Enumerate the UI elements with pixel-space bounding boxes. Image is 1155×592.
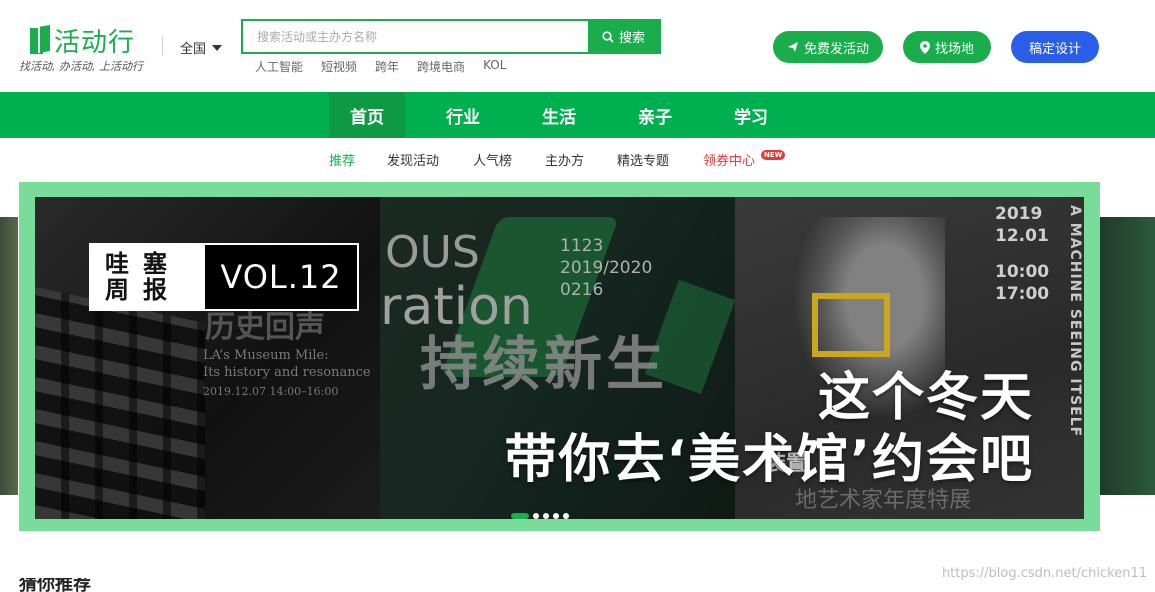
carousel-prev-slide[interactable] (0, 217, 18, 495)
subnav-organizers[interactable]: 主办方 (545, 150, 584, 169)
find-venue-button[interactable]: 找场地 (903, 31, 991, 63)
subnav-discover[interactable]: 发现活动 (387, 150, 439, 169)
carousel-dot[interactable] (533, 513, 539, 519)
panel2-text-ous: OUS (385, 227, 480, 278)
nav-industry[interactable]: 行业 (425, 92, 501, 138)
search-input[interactable] (243, 21, 588, 52)
nav-life[interactable]: 生活 (521, 92, 597, 138)
vol-badge-line2: 周报 (105, 277, 205, 303)
region-label: 全国 (180, 38, 206, 57)
banner-carousel[interactable]: 历史回声 LA’s Museum Mile: Its history and r… (35, 197, 1084, 519)
carousel-dot[interactable] (563, 513, 569, 519)
subnav-coupons[interactable]: 领券中心 (703, 150, 755, 169)
design-button[interactable]: 稿定设计 (1011, 31, 1099, 63)
nav-learning[interactable]: 学习 (713, 92, 789, 138)
yellow-frame (812, 293, 890, 357)
panel3-dates: 2019 12.01 10:00 17:00 (995, 203, 1049, 305)
logo[interactable]: 活动行 (30, 22, 135, 59)
location-pin-icon (920, 41, 930, 54)
publish-event-button[interactable]: 免费发活动 (773, 31, 883, 63)
search-button-label: 搜索 (619, 27, 645, 46)
panel3-date-line: 12.01 (995, 225, 1049, 247)
carousel-dot[interactable] (543, 513, 549, 519)
hot-keyword[interactable]: 跨境电商 (417, 58, 465, 75)
find-venue-label: 找场地 (935, 38, 974, 57)
nav-home[interactable]: 首页 (329, 92, 405, 138)
hot-keyword[interactable]: 短视频 (321, 58, 357, 75)
panel1-date: 2019.12.07 14:00–16:00 (203, 385, 338, 398)
search-bar: 搜索 (241, 19, 661, 54)
panel3-vertical-title: A MACHINE SEEING ITSELF (1063, 205, 1083, 437)
panel2-dates: 1123 2019/2020 0216 (560, 235, 652, 301)
hot-keyword[interactable]: 人工智能 (255, 58, 303, 75)
panel2-date-line: 0216 (560, 279, 652, 301)
main-nav: 首页 行业 生活 亲子 学习 (0, 92, 1155, 138)
panel1-subtitle-line2: Its history and resonance (203, 364, 371, 381)
hot-keyword[interactable]: 跨年 (375, 58, 399, 75)
panel2-title: 持续新生 (420, 317, 668, 401)
logo-text: 活动行 (54, 22, 135, 59)
vol-badge: 哇塞 周报 VOL.12 (89, 243, 359, 311)
search-icon (602, 31, 614, 43)
logo-icon (30, 26, 50, 56)
section-title: 猜你推荐 (19, 578, 129, 592)
watermark: https://blog.csdn.net/chicken11 (942, 566, 1147, 581)
design-label: 稿定设计 (1029, 38, 1081, 57)
vol-number: VOL.12 (205, 245, 357, 309)
divider (162, 37, 163, 55)
region-selector[interactable]: 全国 (180, 38, 222, 57)
slogan: 找活动, 办活动, 上活动行 (19, 58, 143, 74)
sub-nav: 推荐 发现活动 人气榜 主办方 精选专题 领券中心 NEW (0, 150, 1155, 170)
publish-event-label: 免费发活动 (804, 38, 869, 57)
hot-keyword[interactable]: KOL (483, 58, 506, 75)
caret-down-icon (212, 45, 222, 51)
subnav-featured[interactable]: 精选专题 (617, 150, 669, 169)
panel2-date-line: 1123 (560, 235, 652, 257)
header: 活动行 找活动, 办活动, 上活动行 全国 搜索 人工智能 短视频 跨年 跨境电… (0, 0, 1155, 92)
building-graphic-overlay (35, 287, 205, 519)
banner-headline-2: 带你去‘美术馆’约会吧 (504, 417, 1034, 492)
panel2-date-line: 2019/2020 (560, 257, 652, 279)
carousel-dot[interactable] (511, 513, 529, 519)
panel3-date-line: 17:00 (995, 283, 1049, 305)
carousel-dot[interactable] (553, 513, 559, 519)
carousel-dots (511, 513, 569, 519)
hot-keywords: 人工智能 短视频 跨年 跨境电商 KOL (255, 58, 506, 75)
search-button[interactable]: 搜索 (588, 21, 659, 52)
vol-badge-line1: 哇塞 (105, 251, 205, 277)
vol-badge-left: 哇塞 周报 (91, 245, 205, 309)
panel1-subtitle: LA’s Museum Mile: Its history and resona… (203, 347, 371, 381)
panel1-subtitle-line1: LA’s Museum Mile: (203, 347, 371, 364)
panel3-date-line: 10:00 (995, 261, 1049, 283)
nav-parenting[interactable]: 亲子 (617, 92, 693, 138)
send-icon (787, 41, 799, 53)
new-badge: NEW (761, 150, 785, 160)
carousel-next-slide[interactable] (1100, 217, 1155, 495)
subnav-recommend[interactable]: 推荐 (329, 150, 355, 169)
panel3-date-line: 2019 (995, 203, 1049, 225)
subnav-popular[interactable]: 人气榜 (473, 150, 512, 169)
